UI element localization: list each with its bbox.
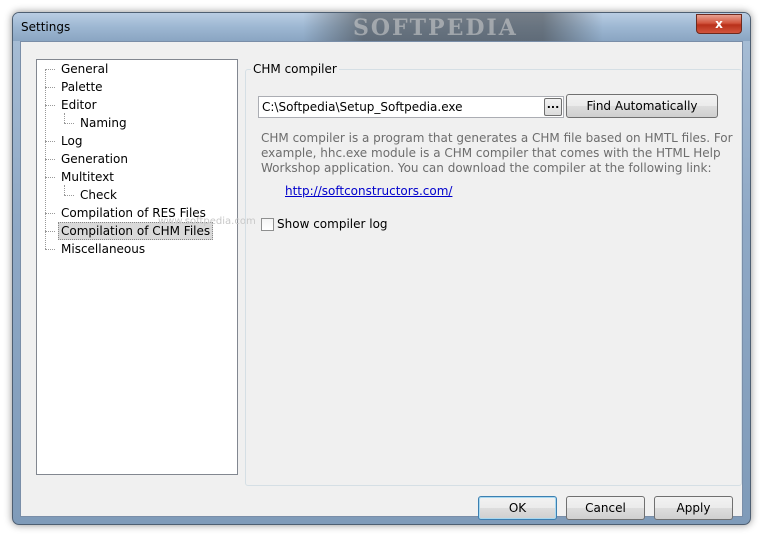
tree-branch <box>45 87 55 88</box>
compiler-description: CHM compiler is a program that generates… <box>261 131 733 175</box>
tree-branch <box>45 249 55 250</box>
compiler-path-input[interactable]: C:\Softpedia\Setup_Softpedia.exe ... <box>258 96 564 118</box>
watermark-text: SOFTPEDIA <box>353 15 518 41</box>
ellipsis-icon: ... <box>546 98 560 111</box>
tree-branch <box>45 105 55 106</box>
close-icon: x <box>715 17 723 31</box>
softpedia-watermark: SOFTPEDIA <box>303 13 603 41</box>
tree-item-multitext[interactable]: Multitext <box>59 169 116 185</box>
tree-branch <box>45 159 55 160</box>
group-title: CHM compiler <box>251 62 339 76</box>
tree-branch <box>45 69 55 70</box>
find-automatically-button[interactable]: Find Automatically <box>566 94 718 118</box>
softpedia-watermark-small: www.softpedia.com <box>158 216 256 227</box>
tree-branch <box>64 123 74 124</box>
tree-item-editor[interactable]: Editor <box>59 97 99 113</box>
tree-item-check[interactable]: Check <box>78 187 119 203</box>
tree-branch <box>45 177 55 178</box>
show-compiler-log-label[interactable]: Show compiler log <box>277 217 388 231</box>
tree-item-naming[interactable]: Naming <box>78 115 129 131</box>
tree-item-log[interactable]: Log <box>59 133 84 149</box>
ok-button[interactable]: OK <box>478 496 557 520</box>
settings-window: SOFTPEDIA Settings x General Palette Edi… <box>12 12 751 525</box>
title-bar[interactable]: SOFTPEDIA Settings x <box>13 13 750 41</box>
tree-branch <box>45 141 55 142</box>
tree-branch <box>45 213 55 214</box>
tree-item-generation[interactable]: Generation <box>59 151 130 167</box>
cancel-button[interactable]: Cancel <box>566 496 645 520</box>
tree-item-general[interactable]: General <box>59 61 110 77</box>
tree-branch <box>45 231 55 232</box>
compiler-path-value: C:\Softpedia\Setup_Softpedia.exe <box>262 100 463 114</box>
apply-button[interactable]: Apply <box>654 496 733 520</box>
tree-branch <box>64 195 74 196</box>
tree-sub-line <box>64 185 65 195</box>
show-compiler-log-checkbox[interactable] <box>261 218 274 231</box>
close-button[interactable]: x <box>696 14 742 34</box>
tree-sub-line <box>64 113 65 123</box>
download-link[interactable]: http://softconstructors.com/ <box>285 184 452 198</box>
settings-tree[interactable]: General Palette Editor Naming Log Genera… <box>36 59 256 475</box>
window-title: Settings <box>21 20 71 34</box>
dialog-client: General Palette Editor Naming Log Genera… <box>20 41 743 520</box>
tree-item-palette[interactable]: Palette <box>59 79 105 95</box>
tree-item-miscellaneous[interactable]: Miscellaneous <box>59 241 147 257</box>
browse-button[interactable]: ... <box>544 98 562 116</box>
